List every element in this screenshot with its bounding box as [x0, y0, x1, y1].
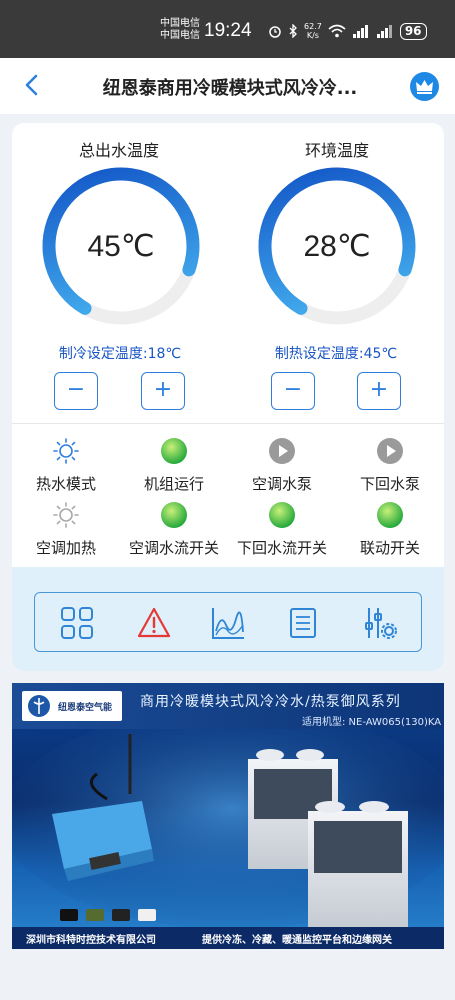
play-icon [269, 438, 295, 464]
bluetooth-icon [289, 24, 297, 38]
vip-crown-button[interactable] [410, 72, 439, 101]
gauge-value-ambient-temp: 28℃ [303, 229, 371, 263]
status-label: 下回水泵 [359, 475, 420, 493]
divider [12, 423, 444, 424]
banner-headline: 商用冷暖模块式风冷冷水/热泵御风系列 [140, 694, 401, 710]
status-label: 热水模式 [35, 475, 96, 493]
list-icon[interactable] [285, 605, 321, 641]
status-ac-pump: 空调水泵 [222, 437, 342, 494]
banner-slogan: 提供冷冻、冷藏、暖通监控平台和边缘网关 [202, 935, 392, 946]
green-dot-icon [377, 502, 403, 528]
settings-sliders-icon[interactable] [361, 605, 397, 641]
green-dot-icon [161, 502, 187, 528]
gauge-ambient-temp: 28℃ [254, 163, 420, 329]
status-ac-heating: 空调加热 [12, 501, 126, 558]
gauge-title-ambient-temp: 环境温度 [304, 141, 369, 160]
signal-icon [376, 25, 392, 38]
chart-icon[interactable] [210, 605, 246, 641]
device-panel: 总出水温度 45℃ 环境温度 28℃ 制冷设定温度:18℃ 制热设定温度:45℃… [12, 123, 444, 671]
status-hot-water-mode: 热水模式 [12, 437, 126, 494]
carrier-label: 中国电信 中国电信 [160, 18, 200, 42]
logo-icon [28, 695, 50, 717]
banner-illustration [12, 729, 444, 929]
sun-icon [53, 502, 79, 528]
page-title: 纽恩泰商用冷暖模块式风冷冷... [102, 78, 358, 99]
logo-text: 纽恩泰空气能 [58, 703, 113, 713]
cooling-setpoint-label: 制冷设定温度:18℃ [58, 346, 182, 362]
heating-setpoint-label: 制热设定温度:45℃ [274, 346, 398, 362]
alarm-icon[interactable] [136, 605, 172, 641]
status-unit-running: 机组运行 [114, 437, 234, 494]
wifi-icon [328, 24, 346, 38]
status-label: 联动开关 [359, 539, 420, 557]
grid-icon[interactable] [59, 605, 95, 641]
title-bar: 纽恩泰商用冷暖模块式风冷冷... [0, 58, 455, 114]
status-return-pump: 下回水泵 [330, 437, 444, 494]
gauge-title-outlet-temp: 总出水温度 [78, 141, 159, 160]
gauge-outlet-temp: 45℃ [38, 163, 204, 329]
green-dot-icon [269, 502, 295, 528]
carrier-2: 中国电信 [160, 30, 200, 41]
play-icon [377, 438, 403, 464]
heating-decrease-button[interactable]: − [271, 372, 315, 410]
status-bar: 中国电信 中国电信 19:24 62.7 K/s 96 [0, 0, 455, 58]
status-time: 19:24 [204, 20, 252, 41]
function-toolbar [34, 592, 422, 652]
green-dot-icon [161, 438, 187, 464]
banner-company: 深圳市科特时控技术有限公司 [26, 935, 156, 946]
status-label: 空调水流开关 [128, 539, 219, 557]
status-label: 空调水泵 [251, 475, 312, 493]
heating-increase-button[interactable]: + [357, 372, 401, 410]
status-linkage-switch: 联动开关 [330, 501, 444, 558]
alarm-clock-icon [269, 26, 281, 38]
status-ac-flow-switch: 空调水流开关 [114, 501, 234, 558]
status-label: 机组运行 [143, 475, 204, 493]
signal-icon [352, 25, 368, 38]
status-label: 空调加热 [35, 539, 96, 557]
brand-logo: 纽恩泰空气能 [22, 691, 122, 721]
promo-banner[interactable]: 纽恩泰空气能 商用冷暖模块式风冷冷水/热泵御风系列 适用机型: NE-AW065… [12, 683, 444, 949]
battery-indicator: 96 [399, 22, 427, 40]
sun-icon [53, 438, 79, 464]
cooling-increase-button[interactable]: + [141, 372, 185, 410]
banner-model: 适用机型: NE-AW065(130)KA [302, 717, 442, 728]
back-arrow-icon[interactable] [20, 72, 46, 98]
cooling-decrease-button[interactable]: − [54, 372, 98, 410]
status-return-flow-switch: 下回水流开关 [222, 501, 342, 558]
gauge-value-outlet-temp: 45℃ [87, 229, 155, 263]
crown-icon [416, 80, 433, 94]
carrier-1: 中国电信 [160, 18, 200, 29]
status-label: 下回水流开关 [236, 539, 327, 557]
net-speed: 62.7 K/s [304, 22, 322, 40]
banner-footer: 深圳市科特时控技术有限公司 提供冷冻、冷藏、暖通监控平台和边缘网关 [12, 927, 444, 949]
